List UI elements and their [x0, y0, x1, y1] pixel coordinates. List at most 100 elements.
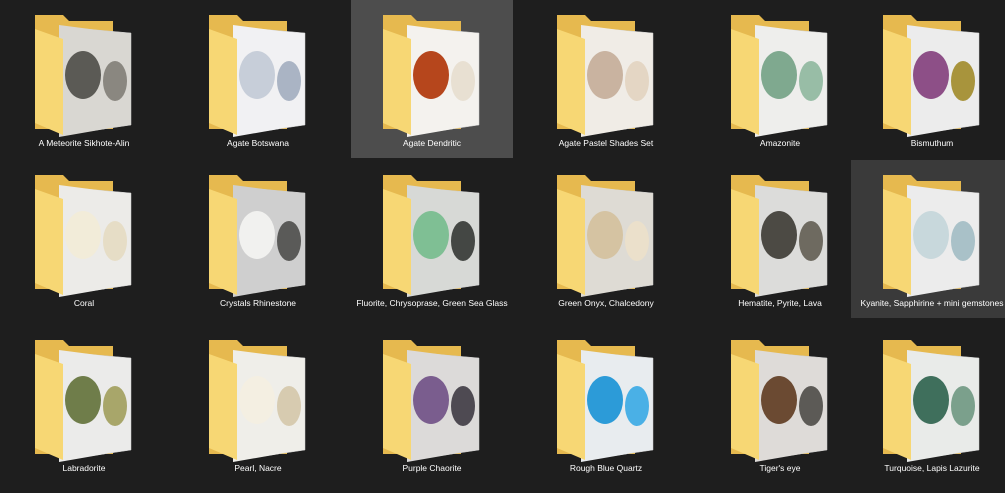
thumbnail-stone: [951, 221, 975, 261]
thumbnail-stone: [913, 51, 949, 99]
folder-item[interactable]: A Meteorite Sikhote-Alin: [3, 0, 165, 158]
folder-icon: [381, 336, 483, 462]
folder-front: [731, 189, 759, 295]
thumbnail-stone: [951, 386, 975, 426]
thumbnail-stone: [103, 221, 127, 261]
folder-front: [383, 189, 411, 295]
thumbnail-stone: [239, 376, 275, 424]
thumbnail-stone: [761, 211, 797, 259]
folder-front: [557, 189, 585, 295]
folder-label: Agate Dendritic: [402, 138, 462, 148]
folder-item[interactable]: Hematite, Pyrite, Lava: [699, 160, 861, 318]
thumbnail-stone: [451, 386, 475, 426]
folder-icon: [555, 171, 657, 297]
folder-item[interactable]: Rough Blue Quartz: [525, 325, 687, 483]
folder-icon: [881, 336, 983, 462]
thumbnail-stone: [277, 221, 301, 261]
folder-icon: [33, 171, 135, 297]
folder-front: [883, 29, 911, 135]
folder-label: Labradorite: [62, 463, 106, 473]
folder-icon: [881, 171, 983, 297]
thumbnail-stone: [239, 211, 275, 259]
folder-front: [883, 354, 911, 460]
folder-grid: A Meteorite Sikhote-Alin Agate Botswana Ag…: [0, 0, 1005, 493]
thumbnail-stone: [799, 221, 823, 261]
folder-front: [731, 29, 759, 135]
folder-item[interactable]: Kyanite, Sapphirine + mini gemstones: [851, 160, 1005, 318]
thumbnail-stone: [587, 211, 623, 259]
folder-label: Pearl, Nacre: [234, 463, 282, 473]
folder-label: Agate Botswana: [227, 138, 289, 148]
folder-label: Green Onyx, Chalcedony: [558, 298, 654, 308]
folder-item[interactable]: Amazonite: [699, 0, 861, 158]
thumbnail-stone: [65, 376, 101, 424]
thumbnail-stone: [913, 211, 949, 259]
folder-icon: [555, 11, 657, 137]
thumbnail-stone: [587, 51, 623, 99]
folder-label: Kyanite, Sapphirine + mini gemstones: [860, 298, 1004, 308]
folder-front: [383, 354, 411, 460]
thumbnail-stone: [625, 221, 649, 261]
thumbnail-stone: [277, 61, 301, 101]
thumbnail-stone: [913, 376, 949, 424]
thumbnail-stone: [103, 386, 127, 426]
folder-label: A Meteorite Sikhote-Alin: [38, 138, 130, 148]
folder-icon: [33, 336, 135, 462]
thumbnail-stone: [761, 51, 797, 99]
folder-item[interactable]: Fluorite, Chrysoprase, Green Sea Glass: [351, 160, 513, 318]
folder-label: Rough Blue Quartz: [569, 463, 643, 473]
thumbnail-stone: [625, 386, 649, 426]
thumbnail-stone: [951, 61, 975, 101]
thumbnail-stone: [451, 221, 475, 261]
folder-item[interactable]: Tiger's eye: [699, 325, 861, 483]
thumbnail-stone: [413, 376, 449, 424]
folder-item[interactable]: Agate Botswana: [177, 0, 339, 158]
folder-front: [209, 189, 237, 295]
folder-item[interactable]: Green Onyx, Chalcedony: [525, 160, 687, 318]
folder-front: [557, 29, 585, 135]
folder-label: Hematite, Pyrite, Lava: [738, 298, 822, 308]
folder-icon: [729, 171, 831, 297]
folder-label: Crystals Rhinestone: [219, 298, 297, 308]
folder-icon: [207, 336, 309, 462]
thumbnail-stone: [761, 376, 797, 424]
folder-icon: [207, 11, 309, 137]
folder-front: [35, 354, 63, 460]
folder-icon: [729, 11, 831, 137]
folder-front: [731, 354, 759, 460]
folder-item[interactable]: Agate Pastel Shades Set: [525, 0, 687, 158]
thumbnail-stone: [103, 61, 127, 101]
folder-front: [557, 354, 585, 460]
folder-front: [383, 29, 411, 135]
folder-front: [883, 189, 911, 295]
folder-front: [35, 29, 63, 135]
folder-icon: [555, 336, 657, 462]
folder-label: Coral: [73, 298, 95, 308]
folder-icon: [729, 336, 831, 462]
folder-item[interactable]: Purple Chaorite: [351, 325, 513, 483]
thumbnail-stone: [587, 376, 623, 424]
folder-item[interactable]: Bismuthum: [851, 0, 1005, 158]
thumbnail-stone: [413, 51, 449, 99]
folder-icon: [881, 11, 983, 137]
folder-icon: [381, 171, 483, 297]
thumbnail-stone: [625, 61, 649, 101]
thumbnail-stone: [413, 211, 449, 259]
folder-item[interactable]: Turquoise, Lapis Lazurite: [851, 325, 1005, 483]
folder-item[interactable]: Pearl, Nacre: [177, 325, 339, 483]
folder-label: Amazonite: [759, 138, 801, 148]
folder-icon: [207, 171, 309, 297]
folder-label: Turquoise, Lapis Lazurite: [884, 463, 980, 473]
folder-item[interactable]: Crystals Rhinestone: [177, 160, 339, 318]
thumbnail-stone: [65, 51, 101, 99]
folder-item[interactable]: Labradorite: [3, 325, 165, 483]
folder-label: Agate Pastel Shades Set: [558, 138, 654, 148]
folder-front: [209, 29, 237, 135]
thumbnail-stone: [799, 386, 823, 426]
folder-front: [35, 189, 63, 295]
folder-item[interactable]: Agate Dendritic: [351, 0, 513, 158]
folder-item[interactable]: Coral: [3, 160, 165, 318]
folder-icon: [33, 11, 135, 137]
thumbnail-stone: [451, 61, 475, 101]
folder-icon: [381, 11, 483, 137]
